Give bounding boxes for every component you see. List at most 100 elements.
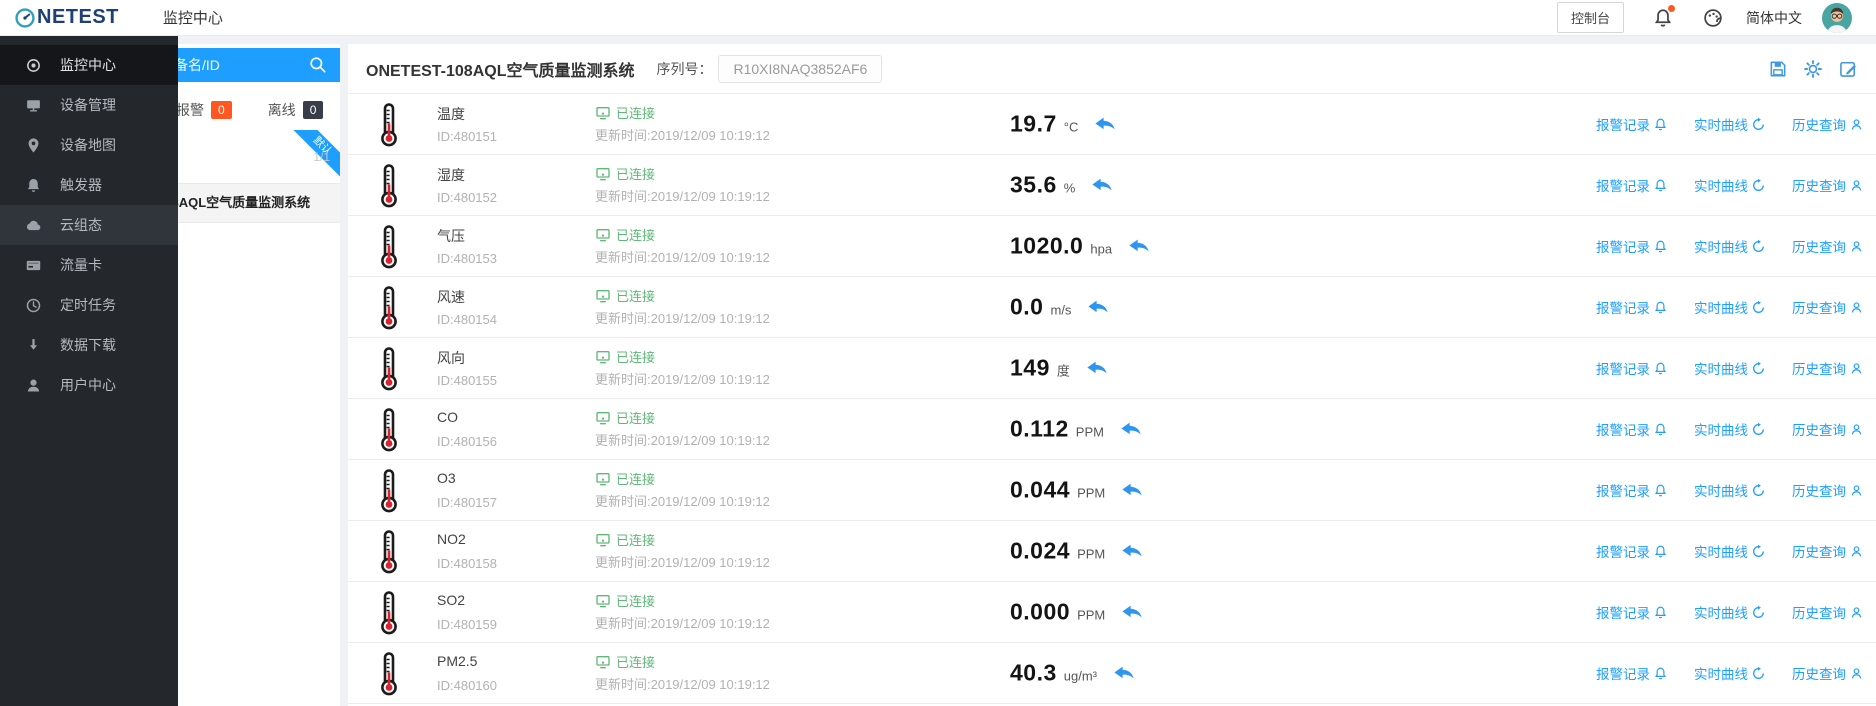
monitor-connected-icon — [595, 166, 611, 182]
history-query-link[interactable]: 历史查询 — [1792, 663, 1864, 683]
history-person-icon — [1849, 422, 1864, 437]
update-time: 更新时间:2019/12/09 10:19:12 — [595, 372, 770, 387]
sidebar-item-trigger[interactable]: 触发器 — [0, 165, 178, 205]
sidebar-item-sim-card[interactable]: 流量卡 — [0, 245, 178, 285]
alarm-record-bell-icon — [1653, 483, 1668, 498]
alarm-record-link[interactable]: 报警记录 — [1596, 663, 1668, 683]
trend-arrow-icon — [1121, 544, 1143, 559]
sensor-unit: PPM — [1077, 485, 1106, 501]
sidebar-item-device-map[interactable]: 设备地图 — [0, 125, 178, 165]
device-title: ONETEST-108AQL空气质量监测系统 — [366, 62, 635, 80]
update-time: 更新时间:2019/12/09 10:19:12 — [595, 311, 770, 326]
alarm-record-link[interactable]: 报警记录 — [1596, 175, 1668, 195]
sidebar-item-data-download[interactable]: 数据下载 — [0, 325, 178, 365]
sensor-row: CO ID:480156 已连接 更新时间:2019/12/09 10:19:1… — [348, 399, 1876, 460]
sensor-row: O3 ID:480157 已连接 更新时间:2019/12/09 10:19:1… — [348, 460, 1876, 521]
sensor-value: 35.6 — [1010, 171, 1057, 198]
history-query-link[interactable]: 历史查询 — [1792, 602, 1864, 622]
sidebar-item-timed-task[interactable]: 定时任务 — [0, 285, 178, 325]
realtime-refresh-icon — [1751, 239, 1766, 254]
sensor-unit: PPM — [1075, 424, 1104, 440]
sensor-unit: 度 — [1056, 363, 1070, 379]
update-time: 更新时间:2019/12/09 10:19:12 — [595, 677, 770, 692]
realtime-curve-link[interactable]: 实时曲线 — [1694, 114, 1766, 134]
sidebar-item-user-center[interactable]: 用户中心 — [0, 365, 178, 405]
sensor-id: ID:480152 — [437, 190, 497, 205]
data-download-icon — [25, 337, 42, 354]
realtime-curve-link[interactable]: 实时曲线 — [1694, 419, 1766, 439]
alarm-count-badge[interactable]: 0 — [211, 101, 232, 119]
user-avatar[interactable] — [1822, 3, 1852, 33]
alarm-record-link[interactable]: 报警记录 — [1596, 236, 1668, 256]
sensor-row: 风向 ID:480155 已连接 更新时间:2019/12/09 10:19:1… — [348, 338, 1876, 399]
realtime-curve-link[interactable]: 实时曲线 — [1694, 175, 1766, 195]
realtime-curve-link[interactable]: 实时曲线 — [1694, 358, 1766, 378]
monitor-connected-icon — [595, 593, 611, 609]
serial-label: 序列号： — [656, 60, 713, 77]
realtime-refresh-icon — [1751, 544, 1766, 559]
thermometer-icon — [378, 590, 400, 635]
row-actions: 报警记录 实时曲线 历史查询 — [1570, 602, 1864, 622]
alarm-record-link[interactable]: 报警记录 — [1596, 297, 1668, 317]
console-button[interactable]: 控制台 — [1556, 2, 1624, 33]
realtime-curve-link[interactable]: 实时曲线 — [1694, 663, 1766, 683]
sensor-name: 温度 — [437, 106, 465, 122]
realtime-refresh-icon — [1751, 300, 1766, 315]
sensor-unit: % — [1063, 180, 1076, 196]
history-query-link[interactable]: 历史查询 — [1792, 358, 1864, 378]
row-actions: 报警记录 实时曲线 历史查询 — [1570, 541, 1864, 561]
sensor-row: 风速 ID:480154 已连接 更新时间:2019/12/09 10:19:1… — [348, 277, 1876, 338]
trend-arrow-icon — [1113, 666, 1135, 681]
sensor-value: 40.3 — [1010, 659, 1057, 686]
notification-bell-icon[interactable] — [1652, 4, 1675, 29]
alarm-record-bell-icon — [1653, 666, 1668, 681]
connection-status: 已连接 — [595, 469, 655, 488]
sidebar-item-cloud-scada[interactable]: 云组态 — [0, 205, 178, 245]
language-switcher[interactable]: 简体中文 — [1746, 8, 1802, 28]
device-search-input[interactable] — [160, 48, 320, 82]
sensor-id: ID:480157 — [437, 495, 497, 510]
sensor-id: ID:480159 — [437, 617, 497, 632]
monitor-connected-icon — [595, 227, 611, 243]
sidebar-item-monitor-center[interactable]: 监控中心 — [0, 45, 178, 85]
sensor-value: 0.024 — [1010, 537, 1071, 564]
realtime-curve-link[interactable]: 实时曲线 — [1694, 480, 1766, 500]
history-query-link[interactable]: 历史查询 — [1792, 297, 1864, 317]
history-query-link[interactable]: 历史查询 — [1792, 541, 1864, 561]
sensor-value: 0.044 — [1010, 476, 1071, 503]
sensor-id: ID:480151 — [437, 129, 497, 144]
history-query-link[interactable]: 历史查询 — [1792, 236, 1864, 256]
row-actions: 报警记录 实时曲线 历史查询 — [1570, 419, 1864, 439]
alarm-record-link[interactable]: 报警记录 — [1596, 114, 1668, 134]
history-query-link[interactable]: 历史查询 — [1792, 419, 1864, 439]
sensor-name: NO2 — [437, 531, 466, 547]
alarm-record-link[interactable]: 报警记录 — [1596, 358, 1668, 378]
realtime-curve-link[interactable]: 实时曲线 — [1694, 541, 1766, 561]
history-query-link[interactable]: 历史查询 — [1792, 175, 1864, 195]
monitor-connected-icon — [595, 410, 611, 426]
realtime-curve-link[interactable]: 实时曲线 — [1694, 236, 1766, 256]
realtime-curve-link[interactable]: 实时曲线 — [1694, 297, 1766, 317]
sensor-unit: m/s — [1050, 302, 1072, 318]
theme-palette-icon[interactable] — [1702, 7, 1724, 29]
brand-logo[interactable]: NETEST — [14, 6, 119, 29]
sensor-reading: 19.7 °C — [1010, 111, 1116, 138]
alarm-record-link[interactable]: 报警记录 — [1596, 541, 1668, 561]
sensor-reading: 0.000 PPM — [1010, 599, 1143, 626]
settings-gear-icon[interactable] — [1803, 59, 1823, 79]
alarm-record-link[interactable]: 报警记录 — [1596, 419, 1668, 439]
alarm-record-link[interactable]: 报警记录 — [1596, 602, 1668, 622]
history-query-link[interactable]: 历史查询 — [1792, 114, 1864, 134]
sidebar-item-device-manage[interactable]: 设备管理 — [0, 85, 178, 125]
edit-icon[interactable] — [1838, 59, 1858, 79]
search-icon[interactable] — [308, 55, 328, 75]
realtime-curve-link[interactable]: 实时曲线 — [1694, 602, 1766, 622]
realtime-refresh-icon — [1751, 361, 1766, 376]
connection-status: 已连接 — [595, 530, 655, 549]
offline-count-badge[interactable]: 0 — [302, 101, 324, 119]
save-icon[interactable] — [1768, 59, 1788, 79]
device-pagination[interactable]: 1/1 — [313, 150, 330, 164]
monitor-connected-icon — [595, 105, 611, 121]
history-query-link[interactable]: 历史查询 — [1792, 480, 1864, 500]
alarm-record-link[interactable]: 报警记录 — [1596, 480, 1668, 500]
